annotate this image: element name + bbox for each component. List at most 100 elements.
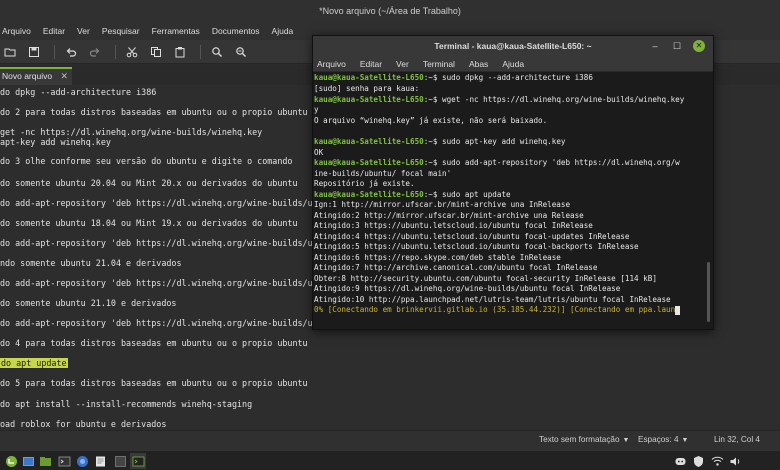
terminal-command: :~$ wget -nc https://dl.winehq.org/wine-… (423, 95, 685, 104)
terminal-line: Atingido:6 https://repo.skype.com/deb st… (314, 253, 561, 262)
terminal-progress-line: 0% [Conectando em brinkervii.gitlab.io (… (314, 305, 681, 316)
undo-button[interactable] (61, 43, 81, 61)
terminal-line: kaua@kaua-Satellite-L650:~$ sudo add-apt… (314, 158, 680, 169)
terminal-cursor (675, 305, 681, 315)
tab-label: Novo arquivo (2, 71, 53, 81)
close-tab-icon[interactable]: ✕ (60, 69, 68, 84)
terminal-title-bar[interactable]: Terminal - kaua@kaua-Satellite-L650: ~ –… (313, 36, 713, 56)
editor-line: do somente ubuntu 20.04 ou Mint 20.x ou … (0, 178, 298, 188)
editor-line: apt-key add winehq.key (0, 137, 111, 147)
paste-button[interactable] (170, 43, 190, 61)
terminal-line: Repositório já existe. (314, 179, 415, 188)
editor-line: do 5 para todas distros baseadas em ubun… (0, 378, 308, 388)
minimize-icon[interactable]: – (649, 40, 661, 52)
menu-item-pesquisar[interactable]: Pesquisar (102, 26, 140, 36)
save-icon (29, 46, 39, 57)
terminal-line: O arquivo “winehq.key” já existe, não se… (314, 116, 548, 125)
terminal-prompt: kaua@kaua-Satellite-L650 (314, 158, 424, 167)
editor-icon[interactable] (92, 453, 108, 469)
menu-item-terminal[interactable]: Terminal (423, 59, 455, 69)
menu-item-editar[interactable]: Editar (43, 26, 65, 36)
menu-item-ajuda[interactable]: Ajuda (272, 26, 294, 36)
terminal-prompt: kaua@kaua-Satellite-L650 (314, 95, 424, 104)
terminal-icon[interactable] (56, 453, 72, 469)
menu-item-editar[interactable]: Editar (360, 59, 382, 69)
terminal-command: :~$ sudo dpkg --add-architecture i386 (423, 73, 593, 82)
terminal-line: Atingido:7 http://archive.canonical.com/… (314, 263, 598, 272)
editor-status-bar: Texto sem formatação ▼ Espaços: 4 ▼ Lin 32… (0, 430, 780, 450)
terminal-line: Ign:1 http://mirror.ufscar.br/mint-archi… (314, 200, 571, 209)
terminal-line: kaua@kaua-Satellite-L650:~$ sudo apt upd… (314, 190, 511, 201)
discord-icon[interactable] (672, 453, 688, 469)
scissors-icon (126, 46, 138, 57)
tab-width-dropdown[interactable]: Espaços: 4 ▼ (638, 435, 688, 444)
editor-line: do somente ubuntu 21.10 e derivados (0, 298, 177, 308)
cursor-position: Lin 32, Col 4 (714, 435, 760, 444)
maximize-icon[interactable]: ☐ (671, 40, 683, 52)
terminal-line: Atingido:4 https://ubuntu.letscloud.io/u… (314, 232, 630, 241)
editor-line: do 3 olhe conforme seu versão do ubuntu … (0, 156, 293, 166)
toolbar-separator (115, 44, 116, 59)
cut-button[interactable] (122, 43, 142, 61)
editor-line: do apt install --install-recommends wine… (0, 399, 253, 409)
dropdown-arrow-icon: ▼ (681, 437, 689, 444)
dropdown-arrow-icon: ▼ (622, 437, 630, 444)
terminal-command: :~$ sudo apt update (423, 190, 511, 199)
menu-item-arquivo[interactable]: Arquivo (317, 59, 346, 69)
network-icon[interactable] (709, 453, 725, 469)
tab-novo-arquivo[interactable]: Novo arquivo ✕ (0, 67, 72, 85)
clipboard-icon (175, 46, 185, 57)
terminal-output[interactable]: kaua@kaua-Satellite-L650:~$ sudo dpkg --… (313, 72, 705, 329)
terminal-prompt: kaua@kaua-Satellite-L650 (314, 73, 424, 82)
editor-line: ndo somente ubuntu 21.04 e derivados (0, 258, 182, 268)
shield-icon[interactable] (690, 453, 706, 469)
terminal-command: :~$ sudo apt-key add winehq.key (423, 137, 566, 146)
terminal-line: [sudo] senha para kaua: (314, 84, 420, 93)
menu-item-arquivo[interactable]: Arquivo (2, 26, 31, 36)
editor-line-selected: do apt update (0, 357, 68, 369)
redo-icon (89, 47, 100, 57)
terminal-line: Obter:8 http://security.ubuntu.com/ubunt… (314, 274, 657, 283)
terminal-line: OK (314, 148, 324, 157)
editor-line: do 2 para todas distros baseadas em ubun… (0, 107, 308, 117)
close-icon[interactable]: ✕ (693, 40, 705, 52)
menu-icon[interactable] (3, 453, 19, 469)
editor-line: oad roblox for ubuntu e derivados (0, 419, 167, 429)
app-icon[interactable] (112, 453, 128, 469)
tab-width-label: Espaços: 4 (638, 435, 679, 444)
window-controls: – ☐ ✕ (639, 36, 705, 56)
terminal-line: Atingido:3 https://ubuntu.letscloud.io/u… (314, 221, 593, 230)
editor-line: do add-apt-repository 'deb https://dl.wi… (0, 238, 323, 248)
terminal-window: Terminal - kaua@kaua-Satellite-L650: ~ –… (312, 35, 714, 330)
syntax-format-dropdown[interactable]: Texto sem formatação ▼ (539, 435, 629, 444)
terminal-line: Atingido:2 http://mirror.ufscar.br/mint-… (314, 211, 584, 220)
menu-item-abas[interactable]: Abas (469, 59, 488, 69)
terminal-line: kaua@kaua-Satellite-L650:~$ wget -nc htt… (314, 95, 684, 106)
scrollbar-thumb[interactable] (707, 262, 710, 322)
editor-window-title: *Novo arquivo (~/Área de Trabalho) (319, 6, 461, 16)
menu-item-ver[interactable]: Ver (77, 26, 90, 36)
menu-item-ajuda[interactable]: Ajuda (502, 59, 524, 69)
terminal-line: Atingido:5 https://ubuntu.letscloud.io/u… (314, 242, 639, 251)
menu-item-ferramentas[interactable]: Ferramentas (152, 26, 200, 36)
copy-button[interactable] (146, 43, 166, 61)
terminal-line: Atingido:9 https://dl.winehq.org/wine-bu… (314, 284, 621, 293)
editor-title-bar: *Novo arquivo (~/Área de Trabalho) (0, 0, 780, 22)
files-icon[interactable] (37, 453, 53, 469)
save-button[interactable] (24, 43, 44, 61)
terminal-prompt: kaua@kaua-Satellite-L650 (314, 190, 424, 199)
menu-item-documentos[interactable]: Documentos (212, 26, 260, 36)
search-button[interactable] (207, 43, 227, 61)
search-replace-icon (236, 46, 246, 57)
open-file-button[interactable] (0, 43, 20, 61)
terminal-line: y (314, 105, 319, 114)
terminal-scrollbar[interactable] (706, 72, 712, 329)
redo-button[interactable] (85, 43, 105, 61)
terminal-progress-text: 0% [Conectando em brinkervii.gitlab.io (… (314, 305, 676, 314)
show-desktop-icon[interactable] (20, 453, 36, 469)
menu-item-ver[interactable]: Ver (396, 59, 409, 69)
terminal-task-icon[interactable] (130, 453, 146, 469)
replace-button[interactable] (231, 43, 251, 61)
volume-icon[interactable] (727, 453, 743, 469)
browser-icon[interactable] (74, 453, 90, 469)
